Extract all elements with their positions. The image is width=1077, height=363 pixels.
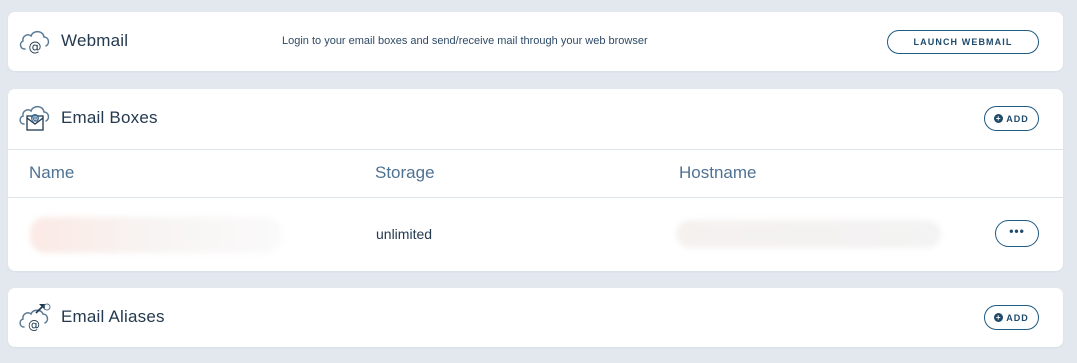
webmail-description: Login to your email boxes and send/recei… (282, 35, 648, 47)
plus-icon: + (994, 313, 1004, 322)
column-header-name[interactable]: Name (29, 163, 74, 183)
add-email-box-button[interactable]: + ADD (984, 106, 1039, 131)
cloud-at-icon: @ (17, 25, 51, 57)
email-aliases-card: @ Email Aliases + ADD (8, 288, 1063, 347)
email-boxes-title: Email Boxes (61, 108, 158, 127)
email-aliases-title: Email Aliases (61, 307, 165, 326)
launch-webmail-label: LAUNCH WEBMAIL (913, 37, 1013, 47)
email-aliases-header: @ Email Aliases + ADD (8, 288, 1063, 347)
more-icon: ••• (1009, 224, 1025, 238)
redacted-hostname (676, 220, 941, 248)
redacted-email-name (30, 217, 282, 253)
column-header-storage[interactable]: Storage (375, 163, 435, 183)
column-header-hostname[interactable]: Hostname (679, 163, 756, 183)
webmail-card: @ Webmail Login to your email boxes and … (8, 12, 1063, 71)
email-boxes-card: @ Email Boxes + ADD Name Storage Hostnam… (8, 89, 1063, 271)
storage-value: unlimited (376, 226, 433, 242)
add-email-alias-label: ADD (1006, 312, 1029, 323)
launch-webmail-button[interactable]: LAUNCH WEBMAIL (887, 30, 1039, 54)
email-boxes-table-header: Name Storage Hostname (8, 149, 1063, 198)
webmail-header: @ Webmail Login to your email boxes and … (8, 12, 1063, 71)
cloud-envelope-icon: @ (17, 102, 51, 134)
webmail-title: Webmail (61, 31, 129, 50)
add-email-box-label: ADD (1006, 113, 1029, 124)
plus-icon: + (994, 114, 1004, 123)
cloud-at-arrow-icon: @ (17, 301, 51, 333)
svg-text:@: @ (32, 116, 38, 123)
email-boxes-header: @ Email Boxes + ADD (8, 89, 1063, 148)
svg-text:@: @ (29, 40, 42, 55)
svg-text:@: @ (28, 318, 40, 332)
table-row: unlimited ••• (8, 197, 1063, 271)
add-email-alias-button[interactable]: + ADD (984, 305, 1039, 330)
row-actions-button[interactable]: ••• (995, 220, 1039, 247)
